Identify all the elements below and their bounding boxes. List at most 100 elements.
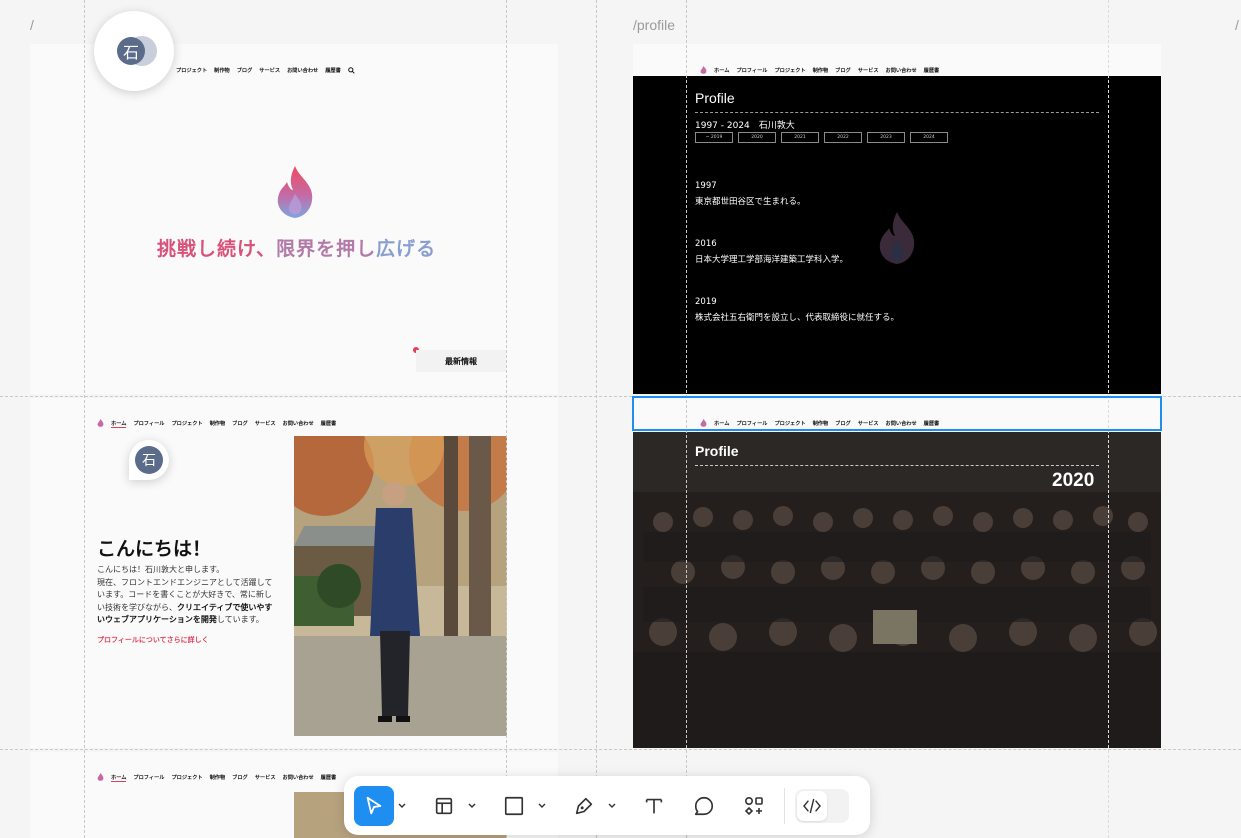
design-toolbar <box>344 776 870 835</box>
nav-item-service[interactable]: サービス <box>858 67 879 74</box>
comment-icon <box>694 796 714 815</box>
profile-more-link[interactable]: プロフィールについてさらに詳しく <box>97 635 209 645</box>
frame-label-home[interactable]: / <box>30 17 34 33</box>
nav-item-profile[interactable]: プロフィール <box>133 774 164 781</box>
avatar-small[interactable]: 石 <box>129 440 169 480</box>
profile2-year: 2020 <box>1052 470 1095 491</box>
timeline-text: 東京都世田谷区で生まれる。 <box>695 197 806 207</box>
year-tab-2024[interactable]: 2024 <box>910 132 948 143</box>
year-tab-2021[interactable]: 2021 <box>781 132 819 143</box>
frame-label-profile[interactable]: /profile <box>633 17 675 33</box>
nav-item-resume[interactable]: 履歴書 <box>325 67 341 74</box>
nav-item-blog[interactable]: ブログ <box>835 67 851 74</box>
nav-item-project[interactable]: プロジェクト <box>171 774 202 781</box>
nav-item-service[interactable]: サービス <box>255 774 276 781</box>
avatar[interactable]: 石 <box>94 11 174 91</box>
nav-item-project[interactable]: プロジェクト <box>176 67 207 74</box>
nav-item-works[interactable]: 制作物 <box>214 67 230 74</box>
move-tool-menu[interactable] <box>394 786 410 826</box>
rectangle-icon <box>504 796 524 815</box>
avatar-initial: 石 <box>117 37 145 65</box>
greeting-nav: ホーム プロフィール プロジェクト 制作物 ブログ サービス お問い合わせ 履歴… <box>97 419 336 428</box>
timeline-year: 1997 <box>695 181 717 191</box>
pen-tool-button[interactable] <box>564 786 604 826</box>
flame-mini-icon[interactable] <box>97 773 104 782</box>
avatar-small-initial: 石 <box>135 446 163 474</box>
home-frame[interactable]: プロジェクト 制作物 ブログ サービス お問い合わせ 履歴書 挑戦し続け、限界を… <box>30 44 558 394</box>
nav-item-resume[interactable]: 履歴書 <box>321 420 337 427</box>
selected-nav-frame[interactable] <box>632 396 1162 431</box>
search-icon[interactable] <box>347 67 355 74</box>
frame-tool-button[interactable] <box>424 786 464 826</box>
profile2-title: Profile <box>695 443 739 459</box>
profile-nav: ホーム プロフィール プロジェクト 制作物 ブログ サービス お問い合わせ 履歴… <box>700 66 939 75</box>
nav-item-service[interactable]: サービス <box>259 67 280 74</box>
rectangle-tool-menu[interactable] <box>534 786 550 826</box>
rectangle-tool-button[interactable] <box>494 786 534 826</box>
greeting-title: こんにちは！ <box>97 538 212 560</box>
nav-item-blog[interactable]: ブログ <box>237 67 253 74</box>
shapes-plus-icon <box>744 796 763 815</box>
dev-mode-switch[interactable] <box>827 791 847 821</box>
chevron-down-icon <box>538 803 546 808</box>
nav-item-profile[interactable]: プロフィール <box>133 420 164 427</box>
flame-mini-icon[interactable] <box>97 419 104 428</box>
nav-item-blog[interactable]: ブログ <box>232 774 248 781</box>
greeting-frame[interactable]: ホーム プロフィール プロジェクト 制作物 ブログ サービス お問い合わせ 履歴… <box>30 398 558 748</box>
news-button[interactable]: 最新情報 <box>416 350 506 372</box>
chevron-down-icon <box>608 803 616 808</box>
nav-item-contact[interactable]: お問い合わせ <box>886 67 917 74</box>
chevron-down-icon <box>398 803 406 808</box>
profile-divider <box>695 112 1099 113</box>
dev-mode-toggle[interactable] <box>795 788 849 823</box>
nav-item-contact[interactable]: お問い合わせ <box>283 420 314 427</box>
code-icon <box>803 798 821 813</box>
nav-item-project[interactable]: プロジェクト <box>774 67 805 74</box>
timeline-year: 2019 <box>695 297 717 307</box>
move-tool-button[interactable] <box>354 785 394 826</box>
nav-item-works[interactable]: 制作物 <box>210 774 226 781</box>
pen-tool-menu[interactable] <box>604 786 620 826</box>
nav-item-contact[interactable]: お問い合わせ <box>283 774 314 781</box>
home-nav: プロジェクト 制作物 ブログ サービス お問い合わせ 履歴書 <box>176 67 355 74</box>
nav-item-home[interactable]: ホーム <box>111 420 127 428</box>
frame-label-third[interactable]: / <box>1235 17 1239 33</box>
profile2-divider <box>695 465 1099 466</box>
comment-tool-button[interactable] <box>684 786 724 826</box>
chevron-down-icon <box>468 803 476 808</box>
profile-frame[interactable]: ホーム プロフィール プロジェクト 制作物 ブログ サービス お問い合わせ 履歴… <box>633 44 1161 394</box>
toolbar-divider <box>784 787 785 824</box>
nav-item-works[interactable]: 制作物 <box>210 420 226 427</box>
year-tab-2019[interactable]: ~ 2019 <box>695 132 733 143</box>
profile-year-range: 1997 - 2024 石川敦大 <box>695 121 795 131</box>
bottom-nav: ホーム プロフィール プロジェクト 制作物 ブログ サービス お問い合わせ 履歴… <box>97 773 336 782</box>
nav-item-home[interactable]: ホーム <box>111 774 127 782</box>
components-tool-button[interactable] <box>734 786 774 826</box>
profile-photo-frame[interactable]: ホーム プロフィール プロジェクト 制作物 ブログ サービス お問い合わせ 履歴… <box>633 398 1161 748</box>
nav-item-works[interactable]: 制作物 <box>813 67 829 74</box>
flame-mini-icon[interactable] <box>700 66 707 75</box>
nav-item-service[interactable]: サービス <box>255 420 276 427</box>
portrait-photo <box>294 436 507 736</box>
profile-title: Profile <box>695 90 735 106</box>
year-tab-2022[interactable]: 2022 <box>824 132 862 143</box>
nav-item-blog[interactable]: ブログ <box>232 420 248 427</box>
year-tab-2023[interactable]: 2023 <box>867 132 905 143</box>
pen-icon <box>575 797 593 814</box>
nav-item-resume[interactable]: 履歴書 <box>321 774 337 781</box>
greeting-body: こんにちは！石川敦大と申します。 現在、フロントエンドエンジニアとして活躍して … <box>97 565 273 624</box>
frame-tool-menu[interactable] <box>464 786 480 826</box>
timeline-text: 日本大学理工学部海洋建築工学科入学。 <box>695 255 849 265</box>
code-button[interactable] <box>797 790 827 821</box>
nav-item-home[interactable]: ホーム <box>714 67 729 74</box>
text-icon <box>645 798 663 813</box>
text-tool-button[interactable] <box>634 786 674 826</box>
nav-item-resume[interactable]: 履歴書 <box>924 67 940 74</box>
flame-watermark-icon <box>879 212 915 264</box>
year-tab-2020[interactable]: 2020 <box>738 132 776 143</box>
nav-item-profile[interactable]: プロフィール <box>736 67 767 74</box>
nav-item-contact[interactable]: お問い合わせ <box>287 67 318 74</box>
hero-title: 挑戦し続け、限界を押し広げる <box>157 238 437 260</box>
timeline-year: 2016 <box>695 239 717 249</box>
nav-item-project[interactable]: プロジェクト <box>171 420 202 427</box>
